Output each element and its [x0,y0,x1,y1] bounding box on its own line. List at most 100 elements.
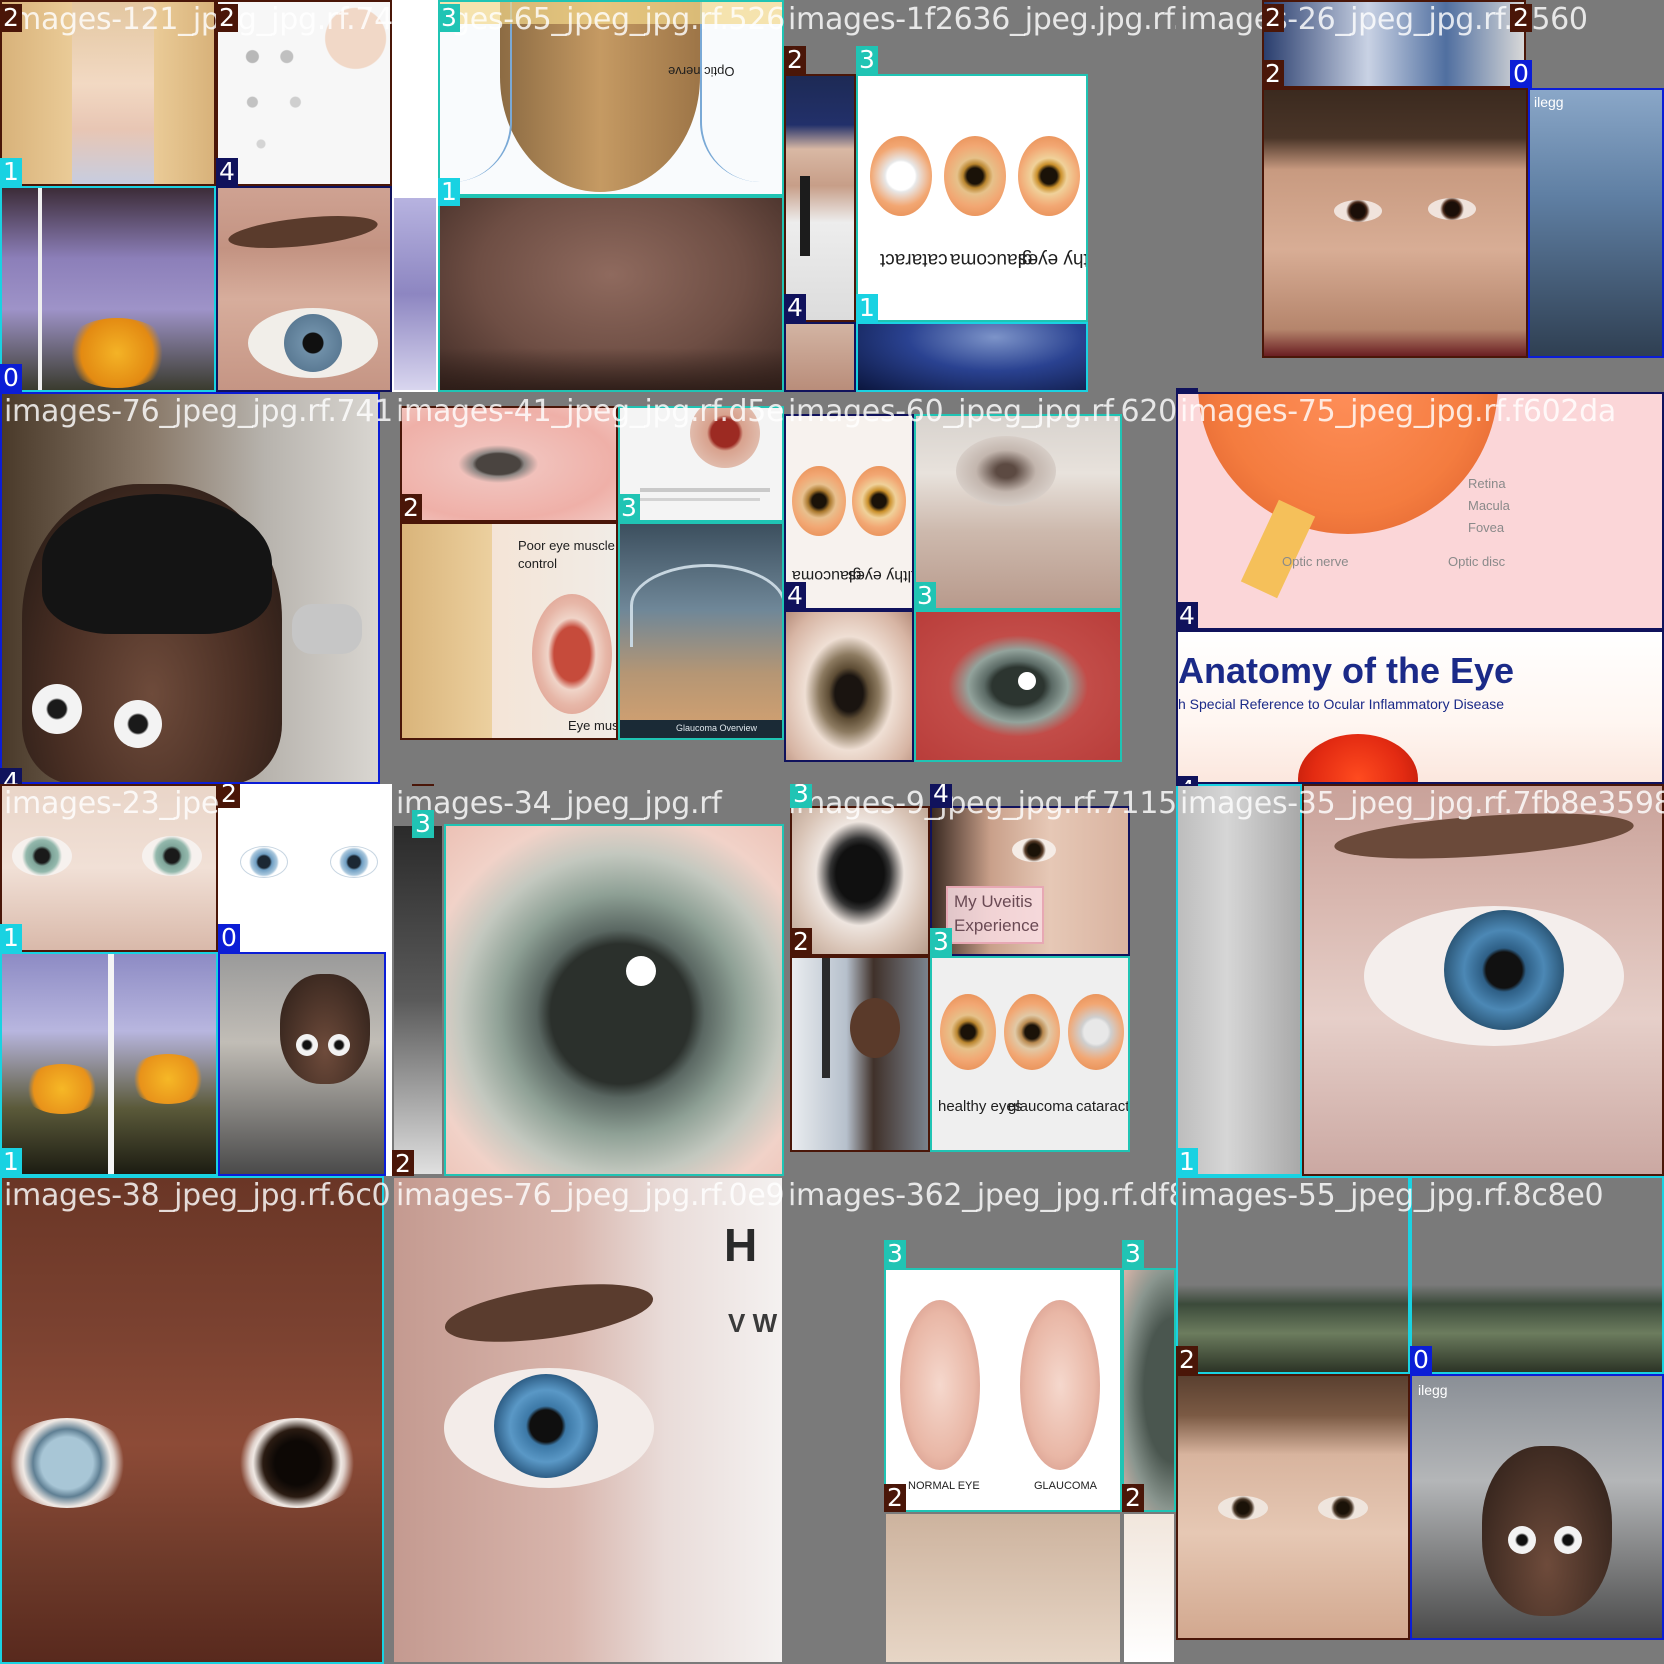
crop-flowers-edge [392,196,438,392]
crop-eye-comparison-small: glaucoma healthy eyes [784,414,914,610]
anatomy-subtitle: h Special Reference to Ocular Inflammato… [1178,696,1505,712]
crop-cloudy-red-eye [914,610,1122,762]
crop-eye-closeup-face [784,322,856,392]
mosaic-tile-3: cataract glaucoma healthy eyes images-1f… [784,0,1176,392]
mosaic-tile-10: images-34_jpeg_jpg.rf 2 3 2 [392,784,784,1176]
crop-uveitis-woman: My Uveitis Experience [930,806,1130,956]
class-tag-4: 4 [784,294,806,322]
class-tag-4: 4 [1176,602,1198,630]
class-tag-2: 2 [412,784,434,786]
crop-bulging-eyes-boy [0,392,380,784]
class-tag-1: 1 [0,924,22,952]
crop-dark-strip [392,824,444,1176]
optic-nerve-label: Optic nerve [1282,554,1349,569]
eye-chart-row: V W [728,1308,778,1338]
tile-filename: images-35_jpeg_jpg.rf.7fb8e3598 [1180,786,1664,821]
crop-bottom-strip-right [1122,1512,1176,1664]
class-tag-4: 4 [216,158,238,186]
tile-filename: images-55_jpeg_jpg.rf.8c8e0 [1180,1178,1604,1213]
class-tag-4: 4 [1176,784,1198,786]
class-tag-4: 4 [1176,388,1198,392]
crop-flowers-blur [0,186,216,392]
tile-filename: images-1f2636_jpeg.jpg.rf.45bb1a [788,2,1176,37]
class-tag-2: 2 [1262,4,1284,32]
class-tag-2: 2 [1510,4,1532,32]
class-tag-1: 1 [0,158,22,186]
tile-filename: images-76_jpeg_jpg.rf.74191 [4,394,392,429]
crop-bulging-eyes-boy-street: ilegg [1410,1374,1664,1640]
crop-eye-comparison-labeled: healthy eyes glaucoma cataract [930,956,1130,1152]
tile-filename: images-76_jpeg_jpg.rf.0e9b5a9 [396,1178,784,1213]
class-tag-1: 1 [1176,1148,1198,1176]
glaucoma-label: glaucoma [1008,1098,1074,1115]
class-tag-4: 4 [930,784,952,808]
poor-eye-muscle-label: Poor eye muscle [518,538,615,553]
tile-filename: images-41_jpeg_jpg.rf.d5efb [396,394,784,429]
tile-filename: images-362_jpeg_jpg.rf.df8c14 [788,1178,1176,1213]
class-tag-4: 4 [784,582,806,610]
fovea-label: Fovea [1468,520,1505,535]
crop-glaucoma-overview: Glaucoma Overview [618,522,784,740]
crop-persian-cat [914,414,1122,610]
class-tag-1: 1 [438,178,460,206]
tile-filename: images-60_jpeg_jpg.rf.62047 [788,394,1176,429]
tile-filename: images-34_jpeg_jpg.rf [396,786,722,821]
optic-disc-label: Optic disc [1448,554,1506,569]
mosaic-tile-5: images-76_jpeg_jpg.rf.74191 4 [0,392,392,784]
class-tag-2: 2 [218,784,240,808]
crop-boy-portrait [1262,88,1528,358]
crop-bottom-strip [884,1512,1122,1664]
crop-bulging-eyes-boy-small [218,952,386,1176]
class-tag-2: 2 [392,1150,414,1176]
normal-eye-label: NORMAL EYE [908,1480,980,1492]
watermark-logo: ilegg [1418,1382,1448,1398]
crop-normal-vs-glaucoma: NORMAL EYE GLAUCOMA [884,1268,1122,1512]
class-tag-2: 2 [884,1484,906,1512]
class-tag-1: 1 [856,294,878,322]
mosaic-tile-6: Poor eye muscle control Eye muscles Glau… [392,392,784,784]
crop-skin-texture [438,196,784,392]
retina-label: Retina [1468,476,1506,491]
class-tag-3: 3 [930,928,952,956]
crop-blue-eye-brow [216,186,392,392]
eye-muscles-label: Eye muscles [568,718,618,733]
mosaic-tile-14: H V W images-76_jpeg_jpg.rf.0e9b5a9 [392,1176,784,1664]
class-tag-3: 3 [856,46,878,74]
crop-cloudy-iris [444,824,784,1176]
macula-label: Macula [1468,498,1510,513]
class-tag-2: 2 [1176,1346,1198,1374]
anatomy-title: Anatomy of the Eye [1178,650,1515,691]
crop-blue-eye-large [1302,784,1664,1176]
tile-filename: images-75_jpeg_jpg.rf.f602da [1180,394,1617,429]
class-tag-4: 4 [1176,776,1198,784]
tile-filename: images-38_jpeg_jpg.rf.6c068 [4,1178,392,1213]
class-tag-1: 1 [1410,1176,1432,1178]
crop-flowers-pair [0,952,218,1176]
mosaic-tile-15: NORMAL EYE GLAUCOMA images-362_jpeg_jpg.… [784,1176,1176,1664]
class-tag-3: 3 [884,1240,906,1268]
crop-eye-exam-child [790,956,930,1152]
crop-document-edge [1176,784,1302,1176]
class-tag-0: 0 [1410,1346,1432,1374]
class-tag-3: 3 [790,784,812,808]
watermark-logo: ilegg [1534,94,1564,110]
crop-cataract-dark-skin [0,1176,384,1664]
mosaic-tile-12: images-35_jpeg_jpg.rf.7fb8e3598 4 2 1 [1176,784,1664,1176]
class-tag-4: 4 [0,768,22,784]
class-tag-2: 2 [400,494,422,522]
crop-girl-eye-muscles: Poor eye muscle control Eye muscles [400,522,618,740]
uveitis-line-2: Experience [954,916,1040,935]
crop-right-sliver: ilegg [1528,88,1664,358]
class-tag-3: 3 [618,494,640,522]
healthy-eyes-label: healthy eyes [848,567,912,584]
cataract-label: cataract [880,249,948,270]
crop-hazel-eye [784,610,914,762]
crop-blue-iris-macro [856,322,1088,392]
class-tag-0: 0 [1510,60,1532,88]
class-tag-2: 2 [216,4,238,32]
uveitis-line-1: My Uveitis [954,892,1033,911]
class-tag-0: 0 [0,364,22,392]
class-tag-3: 3 [438,4,460,32]
healthy-eyes-label: healthy eyes [1018,249,1086,270]
mosaic-tile-8: Retina Macula Fovea Optic nerve Optic di… [1176,392,1664,784]
